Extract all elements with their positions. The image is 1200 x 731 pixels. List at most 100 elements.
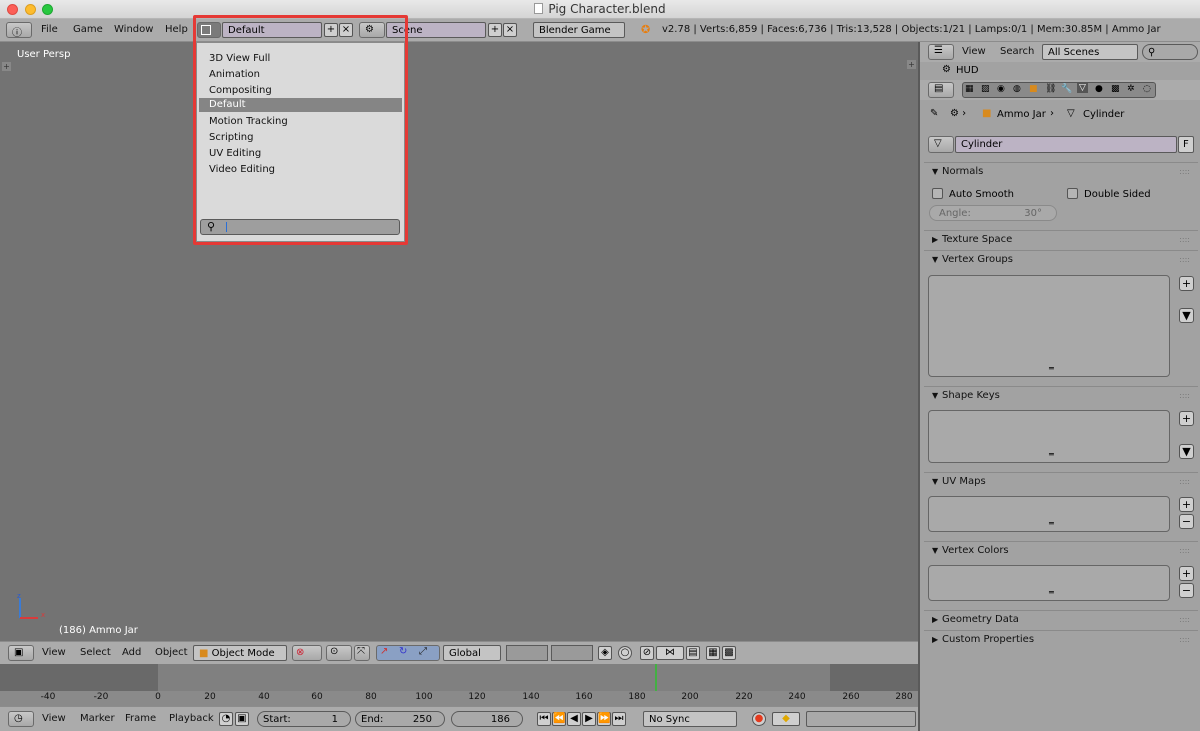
list-resize-grip-icon[interactable]: ═ <box>1049 450 1054 459</box>
material-tab-icon[interactable]: ● <box>1095 84 1103 94</box>
layer-buttons-b[interactable] <box>551 645 593 661</box>
menu-view[interactable]: View <box>42 647 66 658</box>
opengl-anim-icon[interactable]: ▩ <box>722 646 736 660</box>
panel-vertex-groups-header[interactable]: ▼ Vertex Groups:::: <box>924 250 1198 268</box>
vertex-groups-list[interactable]: ═ <box>928 275 1170 377</box>
shape-keys-list[interactable]: ═ <box>928 410 1170 463</box>
remove-uv-map-icon[interactable]: − <box>1179 514 1194 529</box>
fake-user-button[interactable]: F <box>1178 136 1194 153</box>
timeline-menu-marker[interactable]: Marker <box>80 713 115 724</box>
vertex-group-specials-icon[interactable]: ▼ <box>1179 308 1194 323</box>
sync-mode-select[interactable]: No Sync <box>643 711 737 727</box>
scene-tab-icon[interactable]: ◉ <box>997 84 1005 94</box>
panel-normals-header[interactable]: ▼ Normals:::: <box>924 162 1198 180</box>
mesh-browse-button[interactable]: ▽ <box>928 136 954 153</box>
menu-help[interactable]: Help <box>165 24 188 35</box>
current-frame-field[interactable]: 186 <box>451 711 523 727</box>
snap-icon[interactable]: ○ <box>618 646 632 660</box>
render-engine-select[interactable]: Blender Game <box>533 22 625 38</box>
3d-viewport[interactable]: User Persp + + z x (186) Ammo Jar <box>0 42 918 641</box>
uv-maps-list[interactable]: ═ <box>928 496 1170 532</box>
3d-editor-type-button[interactable]: ▣ <box>8 645 34 661</box>
record-icon[interactable]: ● <box>752 712 766 726</box>
outliner-menu-view[interactable]: View <box>962 46 986 57</box>
play-icon[interactable]: ▶ <box>582 712 596 726</box>
pivot-point-button[interactable]: ⊙ <box>326 645 352 661</box>
interaction-mode-select[interactable]: ■ Object Mode <box>193 645 287 661</box>
drag-grip-icon[interactable]: :::: <box>1179 635 1190 644</box>
menu-window[interactable]: Window <box>114 24 153 35</box>
jump-end-icon[interactable]: ⏭ <box>612 712 626 726</box>
next-keyframe-icon[interactable]: ⏩ <box>597 712 611 726</box>
play-reverse-icon[interactable]: ◀ <box>567 712 581 726</box>
add-vertex-color-icon[interactable]: + <box>1179 566 1194 581</box>
world-tab-icon[interactable]: ◍ <box>1013 84 1021 94</box>
menu-file[interactable]: File <box>41 24 58 35</box>
lock-range-icon[interactable]: ▣ <box>235 712 249 726</box>
object-tab-icon[interactable]: ■ <box>1029 84 1038 94</box>
preview-range-icon[interactable]: ◔ <box>219 712 233 726</box>
list-resize-grip-icon[interactable]: ═ <box>1049 364 1054 373</box>
add-vertex-group-icon[interactable]: + <box>1179 276 1194 291</box>
menu-select[interactable]: Select <box>80 647 111 658</box>
timeline-playhead[interactable] <box>655 664 657 691</box>
transform-manipulators[interactable]: ↗ ↻ ⤢ <box>376 645 440 661</box>
list-resize-grip-icon[interactable]: ═ <box>1049 588 1054 597</box>
jump-start-icon[interactable]: ⏮ <box>537 712 551 726</box>
panel-texture-space-header[interactable]: ▶ Texture Space:::: <box>924 230 1198 248</box>
viewport-shading-button[interactable]: ⊗ <box>292 645 322 661</box>
outliner-search-input[interactable]: ⚲ <box>1142 44 1198 60</box>
drag-grip-icon[interactable]: :::: <box>1179 167 1190 176</box>
modifiers-tab-icon[interactable]: 🔧 <box>1061 84 1072 94</box>
timeline-menu-playback[interactable]: Playback <box>169 713 214 724</box>
panel-uv-maps-header[interactable]: ▼ UV Maps:::: <box>924 472 1198 490</box>
snap-target-icon[interactable]: ⊘ <box>640 646 654 660</box>
render-tab-icon[interactable]: ▦ <box>965 84 974 94</box>
render-preview-icon[interactable]: ▤ <box>686 646 700 660</box>
drag-grip-icon[interactable]: :::: <box>1179 391 1190 400</box>
pin-icon[interactable]: ✎ <box>930 108 938 119</box>
menu-add[interactable]: Add <box>122 647 141 658</box>
add-uv-map-icon[interactable]: + <box>1179 497 1194 512</box>
outliner-row[interactable]: ⚙ HUD <box>920 64 1200 78</box>
snap-element-icon[interactable]: ⋈ <box>656 646 684 660</box>
shape-key-specials-icon[interactable]: ▼ <box>1179 444 1194 459</box>
viewport-corner-plus-icon-right[interactable]: + <box>907 60 916 69</box>
menu-object[interactable]: Object <box>155 647 188 658</box>
timeline-menu-frame[interactable]: Frame <box>125 713 156 724</box>
end-frame-field[interactable]: End: 250 <box>355 711 445 727</box>
drag-grip-icon[interactable]: :::: <box>1179 255 1190 264</box>
editor-type-button[interactable]: ⓘ <box>6 22 32 39</box>
vertex-colors-list[interactable]: ═ <box>928 565 1170 601</box>
timeline-area[interactable]: -40 -20 0 20 40 60 80 100 120 140 160 18… <box>0 664 918 706</box>
drag-grip-icon[interactable]: :::: <box>1179 546 1190 555</box>
physics-tab-icon[interactable]: ◌ <box>1143 84 1151 94</box>
keying-set-field[interactable] <box>806 711 916 727</box>
add-scene-icon[interactable]: + <box>488 23 502 37</box>
opengl-render-icon[interactable]: ▦ <box>706 646 720 660</box>
timeline-ruler[interactable]: -40 -20 0 20 40 60 80 100 120 140 160 18… <box>0 691 918 706</box>
start-frame-field[interactable]: Start: 1 <box>257 711 351 727</box>
outliner-menu-search[interactable]: Search <box>1000 46 1034 57</box>
transform-orientation-select[interactable]: Global <box>443 645 501 661</box>
proportional-edit-icon[interactable]: ◈ <box>598 646 612 660</box>
remove-vertex-color-icon[interactable]: − <box>1179 583 1194 598</box>
menu-game[interactable]: Game <box>73 24 103 35</box>
layer-buttons-a[interactable] <box>506 645 548 661</box>
panel-vertex-colors-header[interactable]: ▼ Vertex Colors:::: <box>924 541 1198 559</box>
texture-tab-icon[interactable]: ▩ <box>1111 84 1120 94</box>
viewport-corner-plus-icon[interactable]: + <box>2 62 11 71</box>
panel-shape-keys-header[interactable]: ▼ Shape Keys:::: <box>924 386 1198 404</box>
constraints-tab-icon[interactable]: ⛓ <box>1045 84 1056 94</box>
timeline-menu-view[interactable]: View <box>42 713 66 724</box>
delete-scene-icon[interactable]: × <box>503 23 517 37</box>
panel-custom-properties-header[interactable]: ▶ Custom Properties:::: <box>924 630 1198 648</box>
drag-grip-icon[interactable]: :::: <box>1179 235 1190 244</box>
render-layers-tab-icon[interactable]: ▨ <box>981 84 990 94</box>
add-shape-key-icon[interactable]: + <box>1179 411 1194 426</box>
drag-grip-icon[interactable]: :::: <box>1179 615 1190 624</box>
outliner-editor-type-button[interactable]: ☰ <box>928 44 954 60</box>
auto-smooth-checkbox[interactable]: Auto Smooth <box>932 188 1014 200</box>
keying-set-icon[interactable]: ◆ <box>772 712 800 726</box>
particles-tab-icon[interactable]: ✲ <box>1127 84 1135 94</box>
